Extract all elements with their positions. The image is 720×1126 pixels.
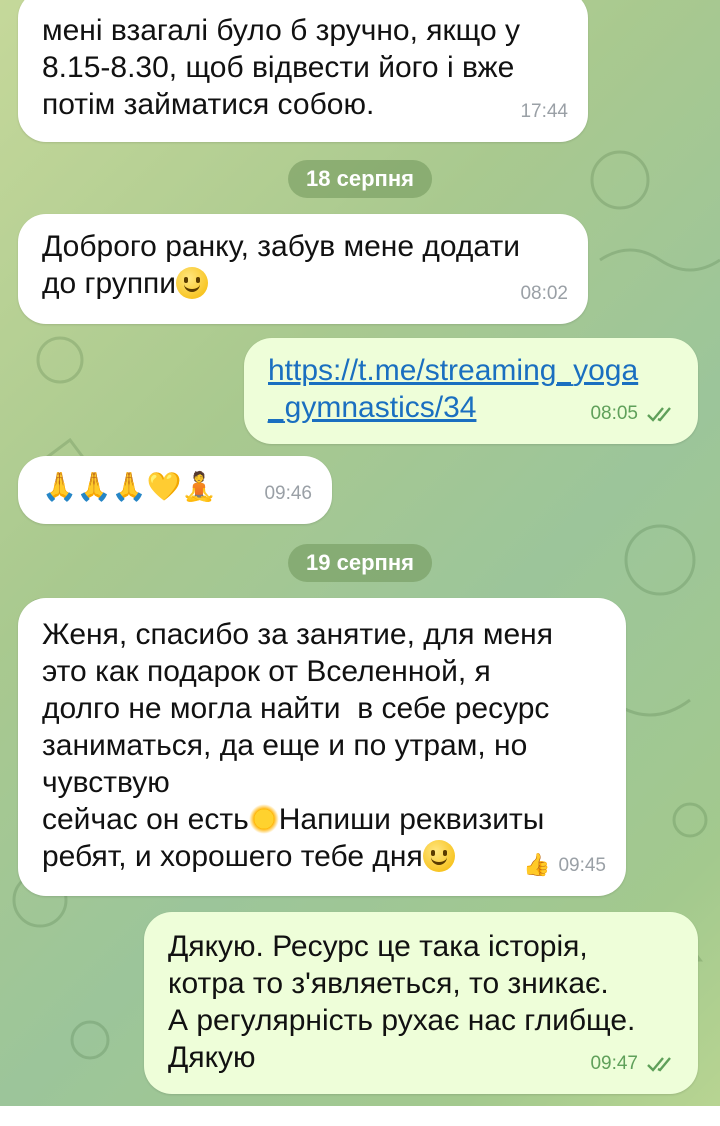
message-time: 09:46 (264, 483, 312, 504)
message-incoming[interactable]: 🙏🙏🙏💛🧘 09:46 (18, 456, 332, 524)
message-time: 17:44 (520, 101, 568, 122)
smiling-face-emoji-icon (422, 840, 455, 872)
read-double-check-icon (647, 406, 671, 422)
message-time: 08:05 (590, 403, 638, 424)
read-double-check-icon (647, 1056, 671, 1072)
date-separator: 19 серпня (288, 544, 432, 582)
message-link[interactable]: https://t.me/streaming_yoga _gymnastics/3… (268, 354, 638, 424)
message-incoming[interactable]: Женя, спасибо за занятие, для меня это к… (18, 598, 626, 896)
message-meta: 08:05 (590, 395, 678, 432)
message-meta: 09:47 (590, 1045, 678, 1082)
message-outgoing[interactable]: Дякую. Ресурс це така історія, котра то … (144, 912, 698, 1094)
message-meta: 👍 09:45 (523, 847, 606, 884)
message-time: 08:02 (520, 283, 568, 304)
message-text: Женя, спасибо за занятие, для меня это к… (42, 618, 553, 873)
message-meta: 09:46 (264, 475, 312, 512)
message-meta: 08:02 (520, 275, 568, 312)
message-text: Доброго ранку, забув мене додати до груп… (42, 230, 520, 300)
message-outgoing[interactable]: https://t.me/streaming_yoga _gymnastics/3… (244, 338, 698, 444)
smiling-face-emoji-icon (176, 267, 209, 299)
message-time: 09:47 (590, 1053, 638, 1074)
message-time: 09:45 (558, 855, 606, 876)
thumbs-up-reaction-icon[interactable]: 👍 (523, 847, 550, 884)
message-incoming[interactable]: Доброго ранку, забув мене додати до груп… (18, 214, 588, 324)
message-meta: 17:44 (520, 93, 568, 130)
bottom-edge (0, 1106, 720, 1126)
message-text: мені взагалі було б зручно, якщо у 8.15-… (42, 14, 521, 121)
message-incoming[interactable]: мені взагалі було б зручно, якщо у 8.15-… (18, 0, 588, 142)
date-separator: 18 серпня (288, 160, 432, 198)
sun-emoji-icon (248, 804, 279, 834)
